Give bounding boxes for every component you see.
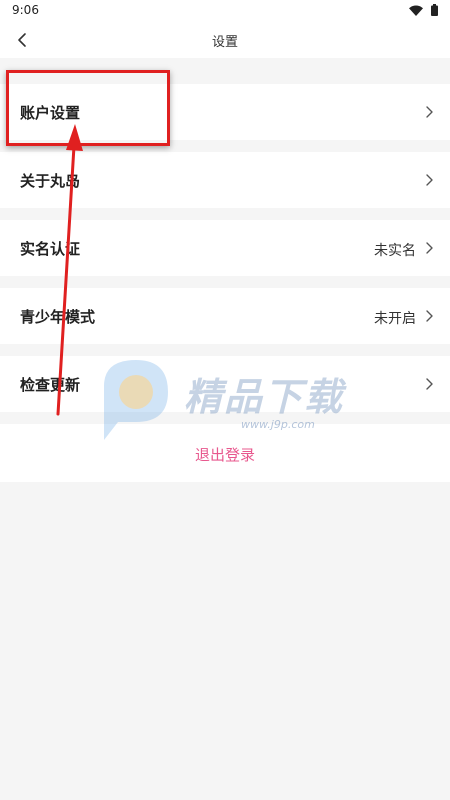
page-title: 设置 xyxy=(211,35,238,50)
menu-item-real-name-verification[interactable]: 实名认证 未实名 xyxy=(0,220,450,276)
menu-item-label: 账户设置 xyxy=(20,104,81,122)
chevron-right-icon xyxy=(426,378,433,390)
menu-item-account-settings[interactable]: 账户设置 xyxy=(0,84,450,140)
menu-item-label: 检查更新 xyxy=(20,376,81,394)
logout-button[interactable]: 退出登录 xyxy=(0,424,450,482)
menu-item-check-updates[interactable]: 检查更新 xyxy=(0,356,450,412)
menu-item-value: 未实名 xyxy=(374,243,416,259)
chevron-right-icon xyxy=(426,310,433,322)
menu-item-value: 未开启 xyxy=(374,311,416,327)
menu-item-about[interactable]: 关于丸岛 xyxy=(0,152,450,208)
battery-icon xyxy=(431,4,438,16)
menu-item-youth-mode[interactable]: 青少年模式 未开启 xyxy=(0,288,450,344)
chevron-right-icon xyxy=(426,106,433,118)
menu-item-label: 实名认证 xyxy=(20,240,81,258)
status-time: 9:06 xyxy=(12,3,39,17)
logout-label: 退出登录 xyxy=(194,446,255,464)
menu-item-label: 关于丸岛 xyxy=(20,172,81,190)
chevron-right-icon xyxy=(426,174,433,186)
nav-bar: 设置 xyxy=(0,22,450,58)
status-icons xyxy=(409,4,438,16)
chevron-right-icon xyxy=(426,242,433,254)
menu-item-label: 青少年模式 xyxy=(20,308,96,326)
wifi-icon xyxy=(409,5,423,16)
status-bar: 9:06 xyxy=(0,0,450,22)
